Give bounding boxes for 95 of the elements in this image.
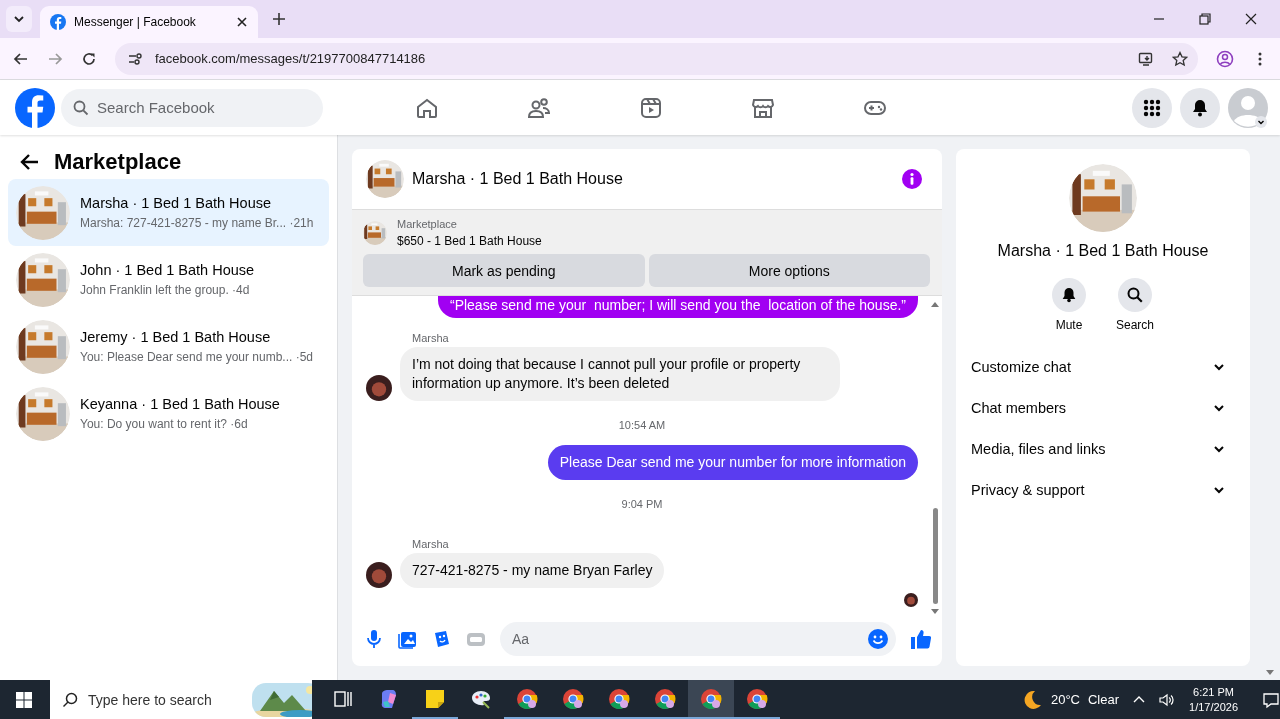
sidebar-title: Marketplace <box>54 149 182 175</box>
chat-thread[interactable]: Keyanna · 1 Bed 1 Bath House You: Do you want to rent it? ·6d <box>8 380 329 447</box>
listing-label: Marketplace <box>397 218 458 230</box>
back-arrow-icon[interactable] <box>20 152 40 172</box>
browser-icon <box>516 687 538 710</box>
bell-icon <box>1060 286 1078 304</box>
speaker-icon[interactable] <box>1159 691 1176 708</box>
seen-avatar <box>904 593 918 607</box>
search-icon <box>62 691 78 708</box>
browser-icon <box>562 687 584 710</box>
facebook-logo[interactable] <box>15 87 55 128</box>
friends-icon[interactable] <box>527 95 551 120</box>
thread-preview: You: Do you want to rent it? ·6d <box>80 417 249 431</box>
notification-icon[interactable] <box>1262 690 1280 709</box>
section-row[interactable]: Media, files and links <box>971 428 1235 469</box>
sender-name: Marsha <box>412 332 450 344</box>
search-icon <box>1126 286 1144 304</box>
tab-title: Messenger | Facebook <box>74 15 197 29</box>
address-bar[interactable]: facebook.com/messages/t/2197700847714186 <box>115 42 1198 75</box>
scroll-down-icon[interactable] <box>1266 670 1274 676</box>
search-button[interactable] <box>1118 278 1152 312</box>
section-row[interactable]: Privacy & support <box>971 469 1235 510</box>
clock-time: 6:21 PM <box>1192 684 1235 700</box>
section-row[interactable]: Customize chat <box>971 346 1235 387</box>
avatar <box>366 375 392 401</box>
search-icon <box>73 99 89 116</box>
weather-text: Clear <box>1088 692 1120 707</box>
chat-thread[interactable]: Marsha · 1 Bed 1 Bath House Marsha: 727-421-8275 - my name Br... ·21h <box>8 179 329 246</box>
chat-title: Marsha · 1 Bed 1 Bath House <box>412 170 624 188</box>
search-input[interactable]: Search Facebook <box>97 88 311 127</box>
scroll-up-icon[interactable] <box>930 300 940 308</box>
listing-button[interactable]: More options <box>648 254 930 287</box>
thumbs-up-icon[interactable] <box>910 628 932 650</box>
scrollbar-thumb[interactable] <box>932 508 938 604</box>
microphone-icon[interactable] <box>364 629 384 649</box>
bell-icon <box>1190 97 1210 118</box>
chat-thread[interactable]: Jeremy · 1 Bed 1 Bath House You: Please Dear send me your numb... ·5d <box>8 313 329 380</box>
browser-tab[interactable]: Messenger | Facebook <box>40 6 258 38</box>
timestamp: 10:54 AM <box>617 419 667 431</box>
listing-title: $650 - 1 Bed 1 Bath House <box>397 234 542 248</box>
sticker-icon[interactable] <box>432 629 452 649</box>
site-settings-icon[interactable] <box>127 50 143 67</box>
image-icon[interactable] <box>398 629 418 649</box>
temperature: 20°C <box>1050 692 1080 707</box>
star-icon[interactable] <box>1172 50 1188 67</box>
timestamp: 9:04 PM <box>620 498 664 510</box>
search-field[interactable]: Search Facebook <box>61 88 323 127</box>
avatar <box>366 562 392 588</box>
thread-preview: Marsha: 727-421-8275 - my name Br... ·21h <box>80 216 314 230</box>
action-label: Search <box>1116 318 1154 332</box>
action-label: Mute <box>1055 318 1083 332</box>
thread-name: Keyanna · 1 Bed 1 Bath House <box>80 396 280 412</box>
notifications-button[interactable] <box>1180 87 1220 128</box>
thread-preview: John Franklin left the group. ·4d <box>80 283 251 297</box>
close-icon[interactable] <box>1245 13 1257 25</box>
conversation-title: Marsha · 1 Bed 1 Bath House <box>997 242 1209 260</box>
thread-name: Jeremy · 1 Bed 1 Bath House <box>80 329 272 345</box>
back-icon[interactable] <box>13 50 29 67</box>
facebook-icon <box>50 14 66 30</box>
message-bubble: Please Dear send me your number for more information <box>547 445 918 480</box>
thread-name: Marsha · 1 Bed 1 Bath House <box>80 195 273 211</box>
emoji-icon[interactable] <box>868 629 888 649</box>
message-bubble: 727-421-8275 - my name Bryan Farley <box>400 553 665 588</box>
chat-thread[interactable]: John · 1 Bed 1 Bath House John Franklin left the group. ·4d <box>8 246 329 313</box>
url-text: facebook.com/messages/t/2197700847714186 <box>155 51 427 66</box>
video-icon[interactable] <box>639 95 663 120</box>
sticky-note-icon <box>424 687 446 710</box>
taskbar-search-field[interactable]: Type here to search <box>50 680 312 719</box>
new-tab-icon[interactable] <box>272 12 286 26</box>
clock-date: 1/17/2026 <box>1189 699 1238 715</box>
close-icon[interactable] <box>236 16 248 28</box>
section-row[interactable]: Chat members <box>971 387 1235 428</box>
tab-list-button[interactable] <box>6 6 32 32</box>
menu-button[interactable] <box>1132 87 1172 128</box>
thread-name: John · 1 Bed 1 Bath House <box>80 262 255 278</box>
thread-preview: You: Please Dear send me your numb... ·5d <box>80 350 314 364</box>
taskbar-search-input[interactable]: Type here to search <box>88 680 238 719</box>
sender-name: Marsha <box>412 538 450 550</box>
info-icon[interactable] <box>902 169 922 189</box>
mute-button[interactable] <box>1052 278 1086 312</box>
reload-icon[interactable] <box>81 50 97 67</box>
profile-icon[interactable] <box>1216 49 1234 68</box>
message-bubble: I’m not doing that because I cannot pull your profile or property information up anymore. It’s been deleted <box>400 347 840 401</box>
menu-icon <box>1142 97 1162 118</box>
install-app-icon[interactable] <box>1138 50 1154 67</box>
listing-button[interactable]: Mark as pending <box>363 254 645 287</box>
scroll-down-icon[interactable] <box>930 608 940 616</box>
message-bubble: “Please send me your number; I will send you the location of the house.” <box>437 296 918 318</box>
browser-icon <box>654 687 676 710</box>
browser-icon <box>746 687 768 710</box>
browser-icon <box>608 687 630 710</box>
browser-icon <box>700 687 722 710</box>
forward-icon[interactable] <box>47 50 63 67</box>
windows-icon[interactable] <box>15 690 33 709</box>
restore-icon[interactable] <box>1199 13 1211 25</box>
